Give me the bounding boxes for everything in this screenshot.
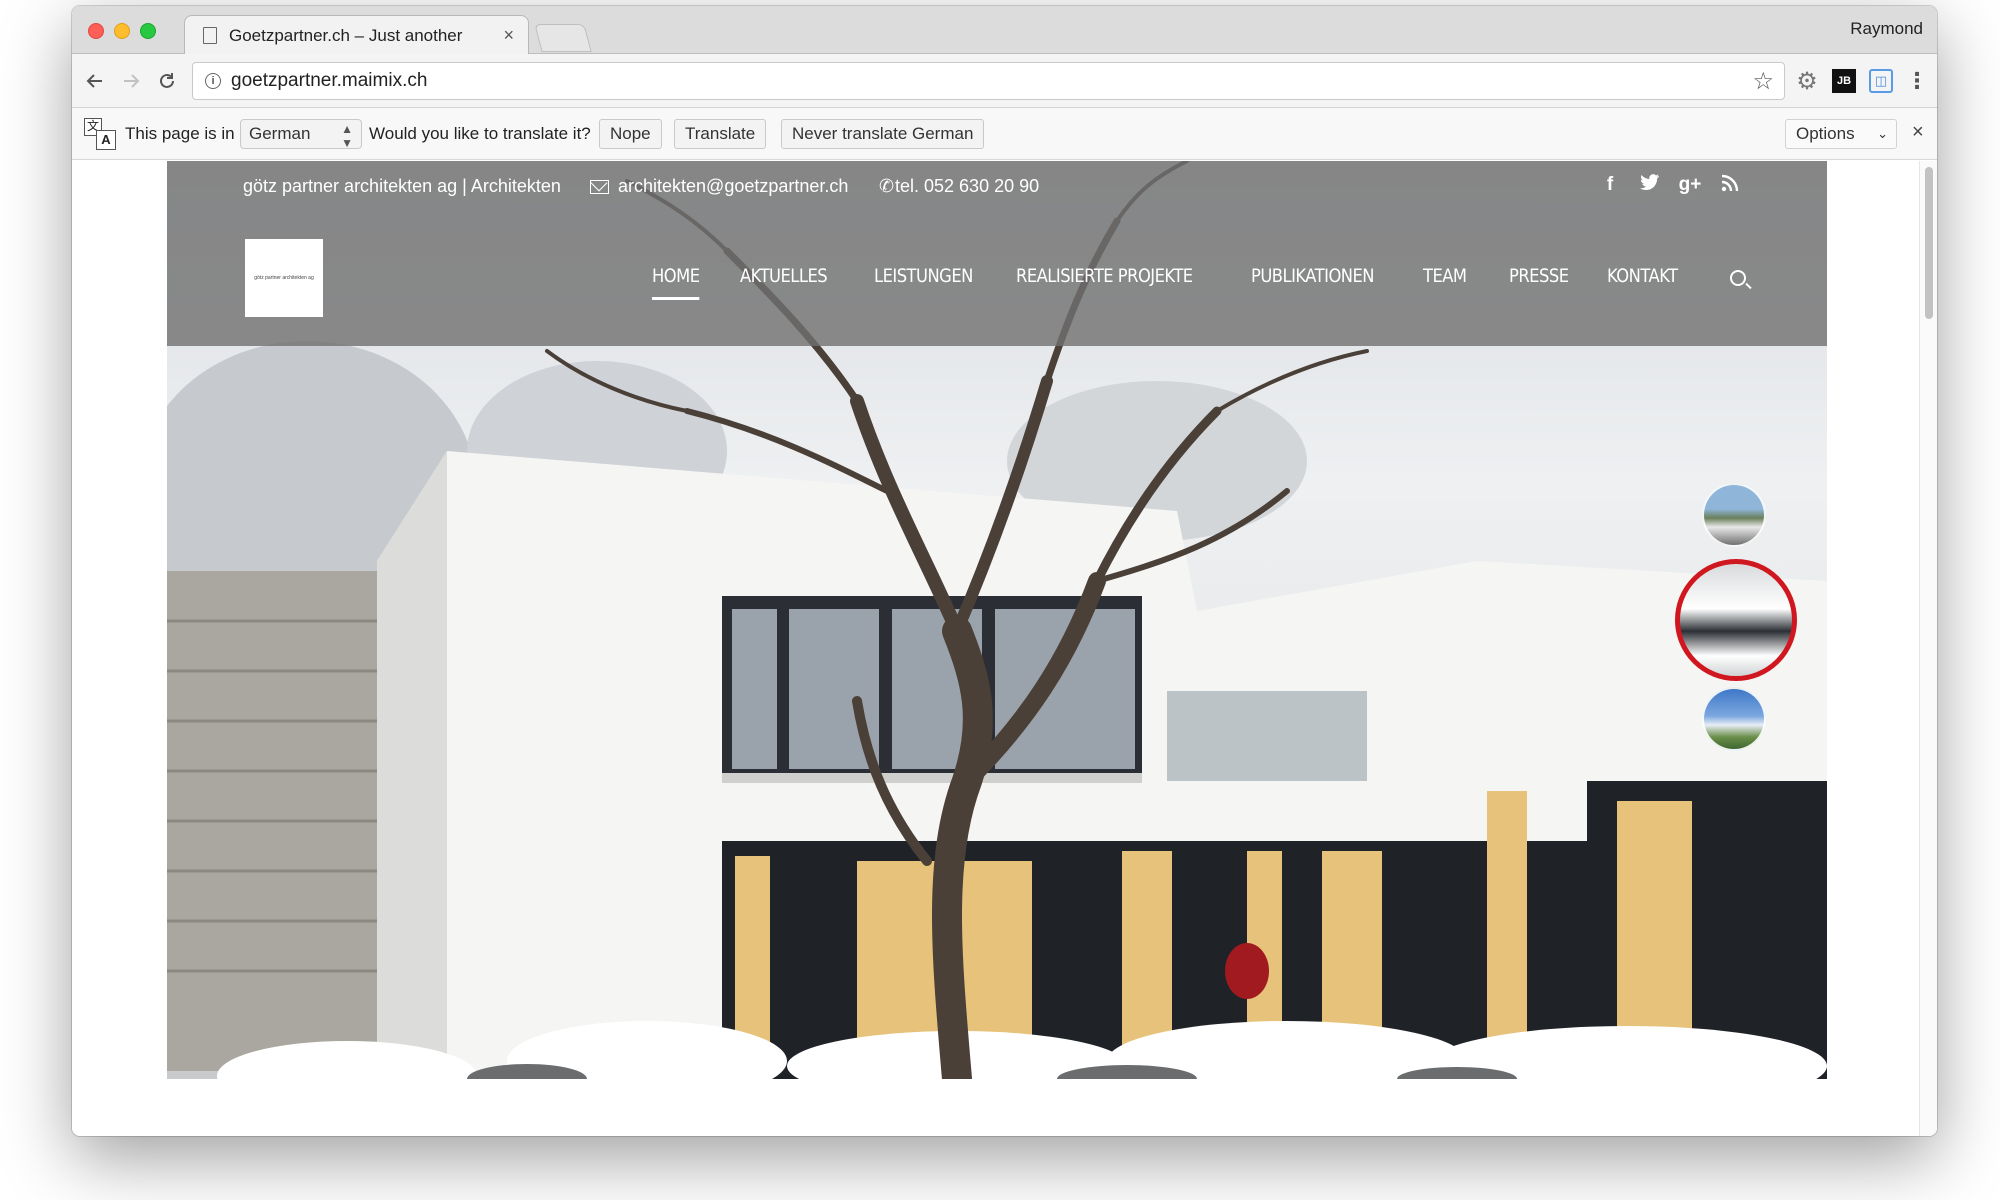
nope-button[interactable]: Nope — [599, 119, 662, 149]
translate-bar: 文A This page is in German ▲ ▼ Would you l… — [72, 108, 1937, 160]
scrollbar-thumb[interactable] — [1925, 167, 1933, 319]
google-plus-icon[interactable]: g+ — [1677, 174, 1703, 196]
updown-icon: ▲ ▼ — [341, 122, 353, 150]
chevron-down-icon: ⌄ — [1877, 126, 1888, 141]
site-header: götz partner architekten ag | Architekte… — [167, 161, 1827, 346]
slider-thumbnail-2-active[interactable] — [1675, 559, 1797, 681]
translate-button[interactable]: Translate — [674, 119, 767, 149]
browser-window: Goetzpartner.ch – Just another × Raymond… — [72, 6, 1937, 1136]
slider-thumbnail-3[interactable] — [1702, 687, 1766, 751]
company-name: götz partner architekten ag | Architekte… — [243, 176, 561, 196]
facebook-icon[interactable]: f — [1597, 174, 1623, 196]
website: götz partner architekten ag | Architekte… — [167, 161, 1827, 1136]
star-icon[interactable]: ☆ — [1752, 67, 1774, 96]
jb-extension-icon[interactable]: JB — [1832, 69, 1856, 93]
phone-number[interactable]: tel. 052 630 20 90 — [895, 176, 1039, 197]
translate-question: Would you like to translate it? — [369, 124, 591, 143]
maximize-window-button[interactable] — [140, 23, 156, 39]
close-window-button[interactable] — [88, 23, 104, 39]
page-scrollbar[interactable] — [1919, 161, 1937, 1136]
address-bar[interactable]: i goetzpartner.maimix.ch ☆ — [192, 62, 1785, 100]
translate-prefix: This page is in — [125, 124, 235, 143]
forward-arrow-icon[interactable] — [114, 64, 148, 98]
new-tab-button[interactable] — [534, 24, 592, 52]
url-text[interactable]: goetzpartner.maimix.ch — [231, 70, 427, 92]
nav-publikationen[interactable]: PUBLIKATIONEN — [1251, 265, 1375, 287]
nav-home[interactable]: HOME — [652, 265, 700, 300]
translate-icon: 文A — [84, 118, 116, 150]
rss-icon[interactable] — [1717, 174, 1743, 198]
nav-presse[interactable]: PRESSE — [1509, 265, 1569, 287]
browser-tab[interactable]: Goetzpartner.ch – Just another × — [184, 15, 529, 55]
language-select[interactable]: German ▲ ▼ — [240, 119, 362, 150]
main-navigation: HOME AKTUELLES LEISTUNGEN REALISIERTE PR… — [167, 265, 1827, 301]
tab-strip: Goetzpartner.ch – Just another × Raymond — [72, 6, 1937, 55]
tab-close-icon[interactable]: × — [503, 25, 514, 46]
nav-kontakt[interactable]: KONTAKT — [1607, 265, 1678, 287]
menu-dots-icon[interactable]: ⋮ — [1905, 68, 1929, 93]
nav-leistungen[interactable]: LEISTUNGEN — [874, 265, 973, 287]
options-select[interactable]: Options ⌄ — [1785, 119, 1897, 149]
back-arrow-icon[interactable] — [78, 64, 112, 98]
never-translate-button[interactable]: Never translate German — [781, 119, 985, 149]
nav-aktuelles[interactable]: AKTUELLES — [740, 265, 828, 287]
contact-line: götz partner architekten ag | Architekte… — [167, 174, 1827, 204]
tab-title: Goetzpartner.ch – Just another — [229, 25, 463, 45]
phone-icon: ✆ — [879, 176, 895, 196]
browser-toolbar: i goetzpartner.maimix.ch ☆ ⚙ JB ◫ ⋮ — [72, 54, 1937, 108]
minimize-window-button[interactable] — [114, 23, 130, 39]
mail-icon — [590, 180, 609, 194]
translate-close-icon[interactable]: × — [1912, 121, 1924, 144]
nav-team[interactable]: TEAM — [1423, 265, 1467, 287]
gear-extension-icon[interactable]: ⚙ — [1795, 68, 1819, 95]
slider-thumbnail-1[interactable] — [1702, 483, 1766, 547]
twitter-icon[interactable] — [1637, 174, 1663, 198]
page-viewport: götz partner architekten ag | Architekte… — [72, 161, 1937, 1136]
info-icon[interactable]: i — [205, 73, 221, 89]
search-icon[interactable] — [1730, 270, 1746, 286]
blue-extension-icon[interactable]: ◫ — [1869, 69, 1893, 93]
language-value: German — [249, 124, 311, 143]
options-label: Options — [1796, 124, 1855, 143]
page-icon — [203, 27, 217, 44]
nav-realisierte-projekte[interactable]: REALISIERTE PROJEKTE — [1016, 265, 1193, 287]
reload-icon[interactable] — [150, 64, 184, 98]
profile-name[interactable]: Raymond — [1850, 19, 1923, 39]
email-link[interactable]: architekten@goetzpartner.ch — [618, 176, 848, 197]
